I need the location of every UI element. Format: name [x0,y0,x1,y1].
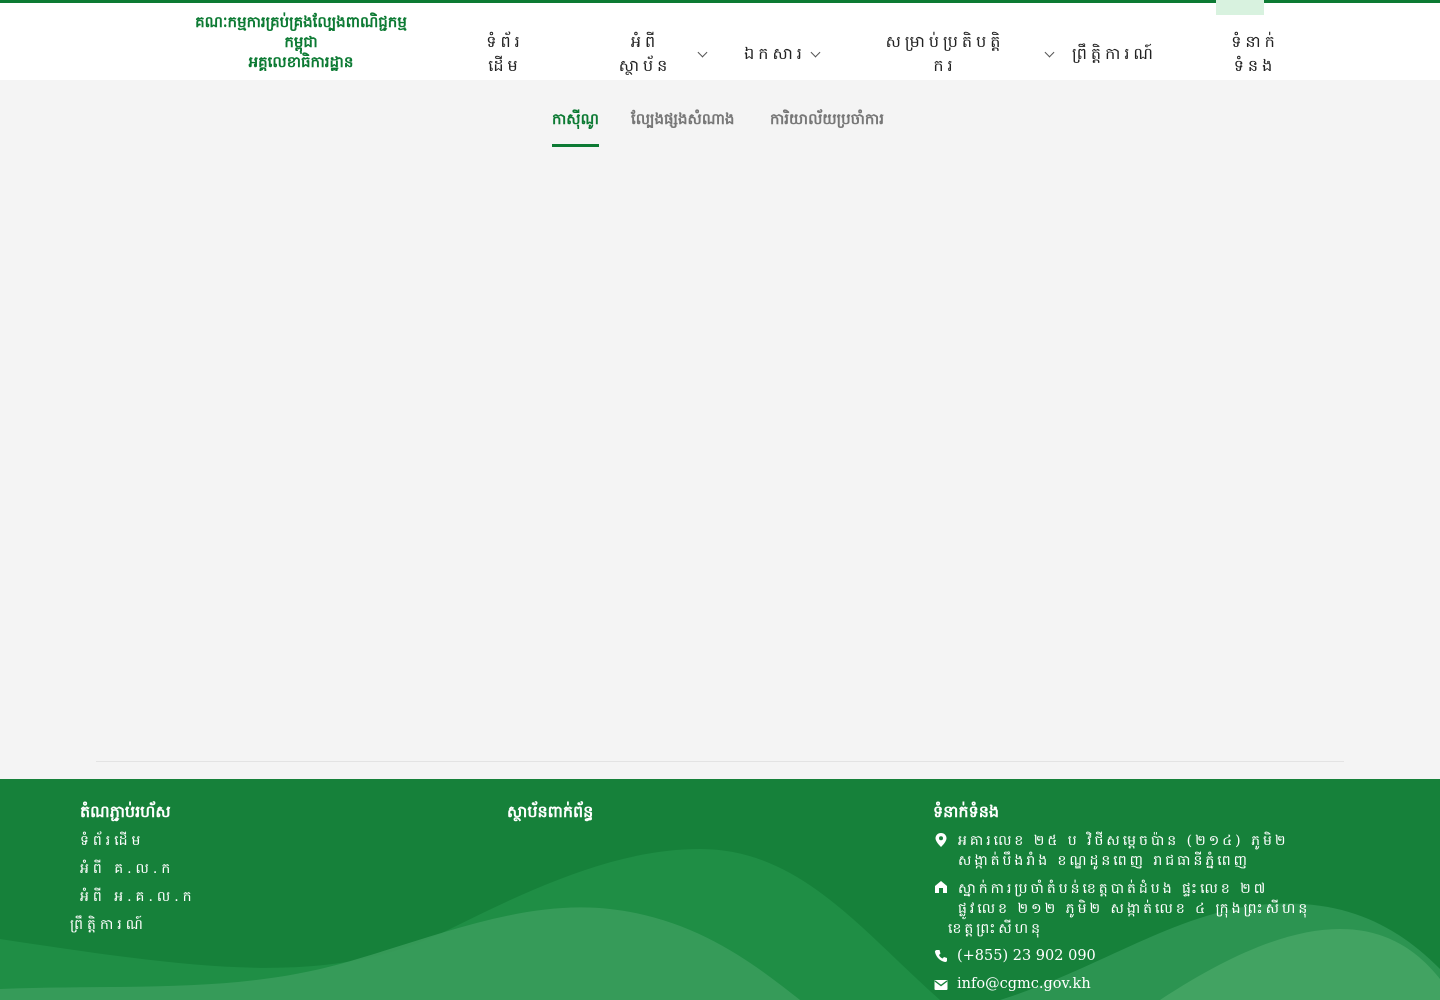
phone-icon [934,950,947,963]
nav-operators-label-1: សម្រាប់ប្រតិបត្តិ [885,32,1005,51]
nav-contact-label-2: ទំនង [1233,56,1277,75]
nav-operators[interactable]: សម្រាប់ប្រតិបត្តិ ករ [860,30,1055,78]
nav-documents[interactable]: ឯកសារ [740,42,821,66]
address-main-line-2: សង្កាត់បឹងរាំង ខណ្ឌដូនពេញ រាជធានីភ្នំពេញ [958,853,1250,869]
footer-link-home[interactable]: ទំព័រដើម [80,831,144,852]
nav-about[interactable]: អំពី ស្ថាប័ន [605,30,708,78]
nav-news[interactable]: ព្រឹត្តិការណ៍ [1072,42,1204,66]
tab-casino[interactable]: កាស៊ីណូ [552,105,599,147]
nav-operators-label-2: ករ [933,56,957,75]
footer-link-news[interactable]: ព្រឹត្តិការណ៍ [70,915,147,936]
building-icon [935,881,947,893]
nav-documents-label: ឯកសារ [744,44,806,63]
logo-line-3: អគ្គលេខាធិការដ្ឋាន [248,53,354,71]
tab-lottery[interactable]: ល្បែងផ្សងសំណាង [631,105,734,147]
nav-home-label-1: ទំព័រ [486,32,524,51]
nav-contact[interactable]: ទំនាក់ ទំនង [1225,30,1285,78]
footer-link-about-gs[interactable]: អំពី អ.គ.ល.ក [80,887,196,908]
chevron-down-icon [697,47,708,58]
nav-home-label-2: ដើម [488,56,522,75]
related-institutions-section: ស្ថាប័នពាក់ព័ន្ធ [507,801,593,825]
site-footer: តំណភ្ជាប់រហ័ស ទំព័រដើម អំពី គ.ល.ក អំពី អ… [0,779,1440,1000]
nav-about-label-1: អំពី [630,32,660,51]
logo-line-1: គណៈកម្មការគ្រប់គ្រងល្បែងពាណិជ្ជកម្ម [195,13,407,31]
nav-news-label: ព្រឹត្តិការណ៍ [1072,44,1157,63]
chevron-down-icon [1044,47,1055,58]
quick-links-section: តំណភ្ជាប់រហ័ស [80,801,171,825]
contact-section: ទំនាក់ទំនង [933,801,999,825]
footer-link-about-cgmc[interactable]: អំពី គ.ល.ក [80,859,174,880]
related-institutions-title: ស្ថាប័នពាក់ព័ន្ធ [507,802,594,821]
chevron-down-icon [810,47,821,58]
address-regional-office: ស្នាក់ការប្រចាំតំបន់ខេត្តបាត់ដំបង ផ្ទះលេ… [948,879,1311,939]
content-divider [96,761,1344,762]
quick-links-title: តំណភ្ជាប់រហ័ស [80,802,171,821]
address-main: អគារលេខ ២៥ ប វិថីសម្តេចប៉ាន (២១៤) ភូមិ២ … [958,831,1288,871]
map-pin-icon [935,833,947,847]
address-regional-line-1: ស្នាក់ការប្រចាំតំបន់ខេត្តបាត់ដំបង ផ្ទះលេ… [958,881,1269,897]
site-logo-title[interactable]: គណៈកម្មការគ្រប់គ្រងល្បែងពាណិជ្ជកម្ម កម្ព… [165,12,437,72]
envelope-icon [934,980,948,990]
contact-title: ទំនាក់ទំនង [933,802,1000,821]
nav-home[interactable]: ទំព័រ ដើម [470,30,540,78]
email-address[interactable]: info@cgmc.gov.kh [957,974,1091,994]
address-main-line-1: អគារលេខ ២៥ ប វិថីសម្តេចប៉ាន (២១៤) ភូមិ២ [958,833,1289,849]
header-highlight-block [1216,0,1264,15]
address-regional-line-3: ខេត្តព្រះសីហនុ [948,921,1043,937]
logo-line-2: កម្ពុជា [284,33,318,51]
tab-representative-office[interactable]: ការិយាល័យប្រចាំការ [770,105,884,147]
phone-number[interactable]: (+855) 23 902 090 [957,946,1096,966]
address-regional-line-2: ផ្លូវលេខ ២១២ ភូមិ២ សង្កាត់លេខ ៤ ក្រុងព្រ… [958,901,1311,917]
nav-about-label-2: ស្ថាប័ន [618,56,672,75]
nav-contact-label-1: ទំនាក់ [1231,32,1279,51]
